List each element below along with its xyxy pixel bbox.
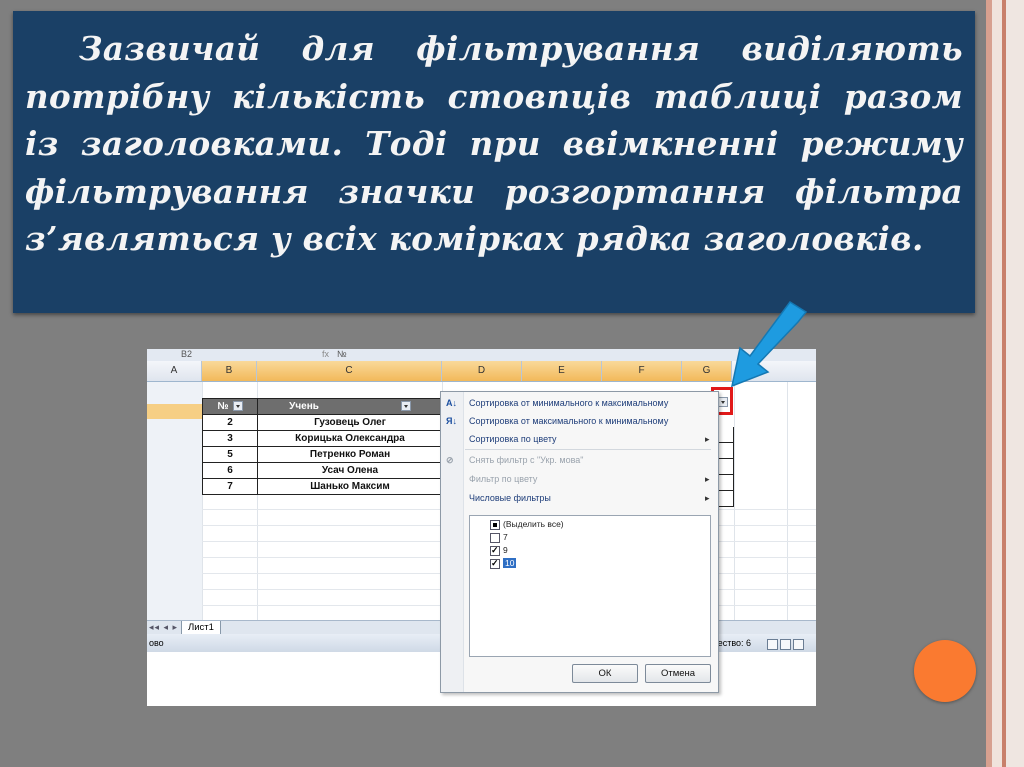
page-break-icon[interactable] — [793, 639, 804, 650]
column-header-e[interactable]: E — [522, 361, 602, 381]
checkbox-value[interactable] — [490, 532, 500, 543]
submenu-arrow-icon: ▸ — [705, 493, 710, 503]
column-header-b[interactable]: B — [202, 361, 257, 381]
status-left: ово — [149, 638, 164, 648]
table-row: 5 Петренко Роман — [202, 446, 443, 463]
normal-view-icon[interactable] — [767, 639, 778, 650]
formula-bar: B2 fx № — [147, 349, 816, 361]
submenu-arrow-icon: ▸ — [705, 474, 710, 484]
menu-item-sort-color[interactable]: Сортировка по цвету ▸ — [469, 431, 710, 447]
row-headers — [147, 382, 202, 622]
column-header-g[interactable]: G — [682, 361, 732, 381]
view-buttons — [767, 638, 806, 656]
checkbox-value[interactable] — [490, 544, 500, 557]
menu-item-sort-asc[interactable]: Сортировка от минимального к максимально… — [469, 395, 668, 411]
list-item[interactable]: 7 — [490, 531, 508, 544]
clear-filter-icon: ⊘ — [446, 455, 454, 465]
list-item[interactable]: 9 — [490, 544, 508, 557]
slide-text: Зазвичай для фільтрування виділяють потр… — [25, 29, 963, 259]
sheet-tab[interactable]: Лист1 — [181, 621, 221, 635]
grid-line — [787, 382, 788, 622]
sort-descending-icon: Я↓ — [446, 416, 457, 426]
menu-separator — [465, 449, 711, 450]
student-table: № Учень 2 Гузовець Олег 3 Корицька Олексан… — [202, 398, 443, 495]
table-header-number: № — [202, 398, 258, 415]
list-item[interactable]: (Выделить все) — [490, 518, 564, 531]
name-box[interactable]: B2 — [181, 349, 192, 359]
table-header-student: Учень — [257, 398, 443, 415]
formula-value[interactable]: № — [337, 349, 347, 359]
table-row: 6 Усач Олена — [202, 462, 443, 479]
column-header-f[interactable]: F — [602, 361, 682, 381]
fx-icon: fx — [322, 349, 330, 359]
column-header-c[interactable]: C — [257, 361, 442, 381]
decorative-orange-circle — [914, 640, 976, 702]
ok-button[interactable]: ОК — [572, 664, 638, 683]
autofilter-menu: A↓ Сортировка от минимального к максимал… — [440, 391, 719, 693]
submenu-arrow-icon: ▸ — [705, 434, 710, 444]
menu-item-sort-desc[interactable]: Сортировка от максимального к минимально… — [469, 413, 668, 429]
cancel-button[interactable]: Отмена — [645, 664, 711, 683]
table-row: 3 Корицька Олександра — [202, 430, 443, 447]
menu-item-clear-filter[interactable]: Снять фильтр с "Укр. мова" — [469, 452, 583, 468]
filter-dropdown-icon[interactable] — [718, 397, 728, 407]
menu-item-number-filters[interactable]: Числовые фильтры ▸ — [469, 490, 710, 506]
list-item[interactable]: 10 — [490, 557, 517, 570]
grid-line — [734, 382, 735, 622]
menu-icon-gutter — [441, 392, 464, 692]
frame-stripe — [1006, 0, 1024, 767]
filter-values-list[interactable]: (Выделить все) 7 9 10 — [469, 515, 711, 657]
checkbox-select-all[interactable] — [490, 519, 500, 530]
slide-text-box: Зазвичай для фільтрування виділяють потр… — [13, 11, 975, 313]
checkbox-value[interactable] — [490, 557, 500, 570]
table-row: 7 Шанько Максим — [202, 478, 443, 495]
column-headers: A B C D E F G — [147, 361, 816, 382]
menu-item-filter-color[interactable]: Фильтр по цвету ▸ — [469, 471, 710, 487]
selected-row-header — [147, 404, 202, 419]
filter-dropdown-icon[interactable] — [400, 401, 411, 412]
sort-ascending-icon: A↓ — [446, 398, 457, 408]
filter-dropdown-icon[interactable] — [232, 401, 243, 412]
column-header-a[interactable]: A — [147, 361, 202, 381]
pointer-arrow-icon — [730, 300, 808, 388]
column-header-d[interactable]: D — [442, 361, 522, 381]
excel-screenshot: B2 fx № A B C D E F G № Учень 2 Гузовець … — [147, 349, 816, 706]
frame-stripe — [992, 0, 1002, 767]
table-row: 2 Гузовець Олег — [202, 414, 443, 431]
page-layout-icon[interactable] — [780, 639, 791, 650]
